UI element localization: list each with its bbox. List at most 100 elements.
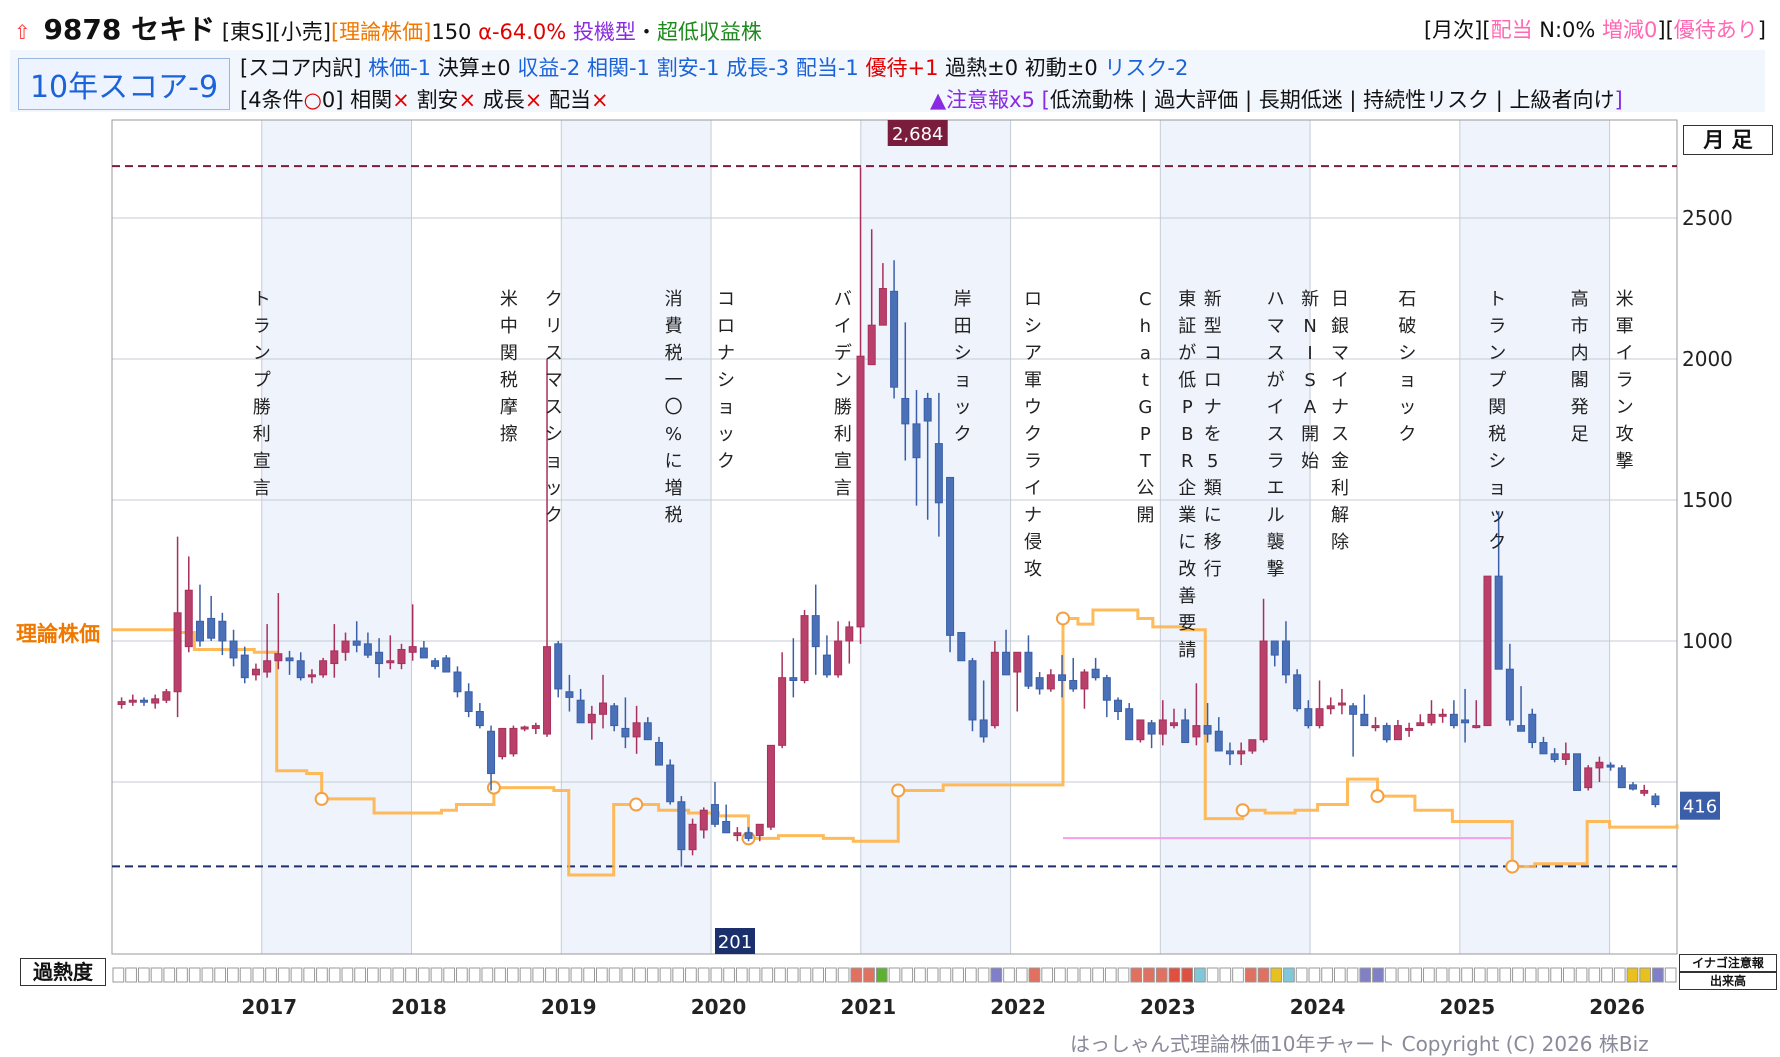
event-label: ChatGPT公開 <box>1136 289 1154 526</box>
heat-cell <box>239 967 252 983</box>
candle-body <box>1013 651 1022 673</box>
candle-body <box>968 660 977 721</box>
candle-body <box>1203 725 1212 735</box>
heat-cell <box>608 967 621 983</box>
candle-body <box>263 660 272 673</box>
candle-body <box>979 719 988 738</box>
event-char: に <box>665 451 683 472</box>
heat-cell <box>354 967 366 983</box>
candle <box>319 657 328 678</box>
event-char: プ <box>1488 370 1506 391</box>
heat-cell <box>341 967 354 983</box>
event-char: 増 <box>665 478 683 499</box>
event-char: ナ <box>1024 505 1042 526</box>
heat-cell <box>888 967 901 983</box>
heat-cell <box>901 967 914 983</box>
event-label: クリスマスショック <box>545 289 563 526</box>
candle-body <box>1080 671 1089 690</box>
event-char: 撃 <box>1267 559 1285 580</box>
event-char: 改 <box>1178 559 1196 580</box>
candle-body <box>1629 784 1638 790</box>
event-char: コ <box>1204 343 1222 364</box>
candle-body <box>643 722 652 741</box>
heat-cell <box>634 967 646 983</box>
inago-label[interactable]: イナゴ注意報 <box>1679 954 1777 972</box>
candle <box>822 635 831 678</box>
event-char: ロ <box>717 316 735 337</box>
candle-body <box>330 650 339 665</box>
event-char: ョ <box>545 451 563 472</box>
candle-body <box>1416 722 1425 727</box>
heat-cell <box>1066 967 1079 983</box>
candle <box>1349 703 1358 757</box>
heat-cell <box>1194 967 1206 983</box>
event-char: 利 <box>253 424 271 445</box>
candle <box>1416 714 1425 727</box>
event-char: % <box>665 424 682 445</box>
heat-cell <box>1384 967 1397 983</box>
event-char: 岸 <box>954 289 972 310</box>
candle-body <box>543 646 552 735</box>
volume-label[interactable]: 出来高 <box>1679 972 1777 990</box>
candle-body <box>699 809 708 831</box>
candle-body <box>845 626 854 642</box>
candle-body <box>475 711 484 727</box>
candle <box>475 703 484 729</box>
event-char: イ <box>834 316 852 337</box>
event-char: ス <box>1331 424 1349 445</box>
candle-body <box>419 647 428 659</box>
candle-body <box>1371 725 1380 729</box>
candle-body <box>1405 727 1414 731</box>
candle <box>1293 669 1302 712</box>
event-char: ナ <box>717 343 735 364</box>
candle <box>1573 753 1582 791</box>
event-char: 日 <box>1331 289 1349 310</box>
period-button[interactable]: 月 足 <box>1683 125 1773 155</box>
theory-marker <box>1370 789 1385 804</box>
heat-cell <box>277 967 290 983</box>
heat-cell <box>1155 967 1168 983</box>
event-char: マ <box>1267 316 1285 337</box>
heat-cell <box>570 967 583 983</box>
candle-body <box>1494 575 1503 670</box>
candle-body <box>1069 679 1078 690</box>
candle-body <box>1091 668 1100 679</box>
heat-cell <box>290 967 303 983</box>
event-char: ク <box>1024 424 1042 445</box>
event-char: ン <box>1616 397 1634 418</box>
candle-body <box>1046 674 1055 690</box>
heat-cell <box>1652 967 1664 983</box>
candle-body <box>599 702 608 715</box>
heat-cell <box>1512 967 1524 983</box>
candle <box>464 683 473 718</box>
heat-cell <box>1054 967 1066 983</box>
candle-body <box>1136 719 1145 741</box>
event-char: 米 <box>500 289 518 310</box>
event-char: ス <box>545 343 563 364</box>
event-char: ト <box>253 289 271 310</box>
theory-marker <box>1235 803 1250 818</box>
heat-cell <box>786 967 799 983</box>
candle <box>957 632 966 662</box>
heat-cell <box>1397 967 1410 983</box>
heat-cell <box>1015 967 1028 983</box>
heat-cell <box>595 967 608 983</box>
candle-body <box>1349 705 1358 715</box>
event-char: P <box>1140 424 1151 445</box>
candle <box>722 804 731 834</box>
candle-body <box>251 668 260 676</box>
heat-cell <box>214 967 227 983</box>
candle-body <box>319 660 328 676</box>
candle <box>151 694 160 709</box>
event-char: ラ <box>1488 316 1506 337</box>
event-char: 一 <box>665 370 683 391</box>
heat-cell <box>366 967 379 983</box>
candle <box>1069 657 1078 692</box>
candle-body <box>162 691 171 701</box>
event-char: 内 <box>1571 343 1589 364</box>
candle <box>800 609 809 684</box>
event-char: 証 <box>1178 316 1196 337</box>
candle-body <box>531 725 540 729</box>
event-label: 消費税一〇%に増税 <box>665 289 683 526</box>
event-char: 業 <box>1178 505 1196 526</box>
